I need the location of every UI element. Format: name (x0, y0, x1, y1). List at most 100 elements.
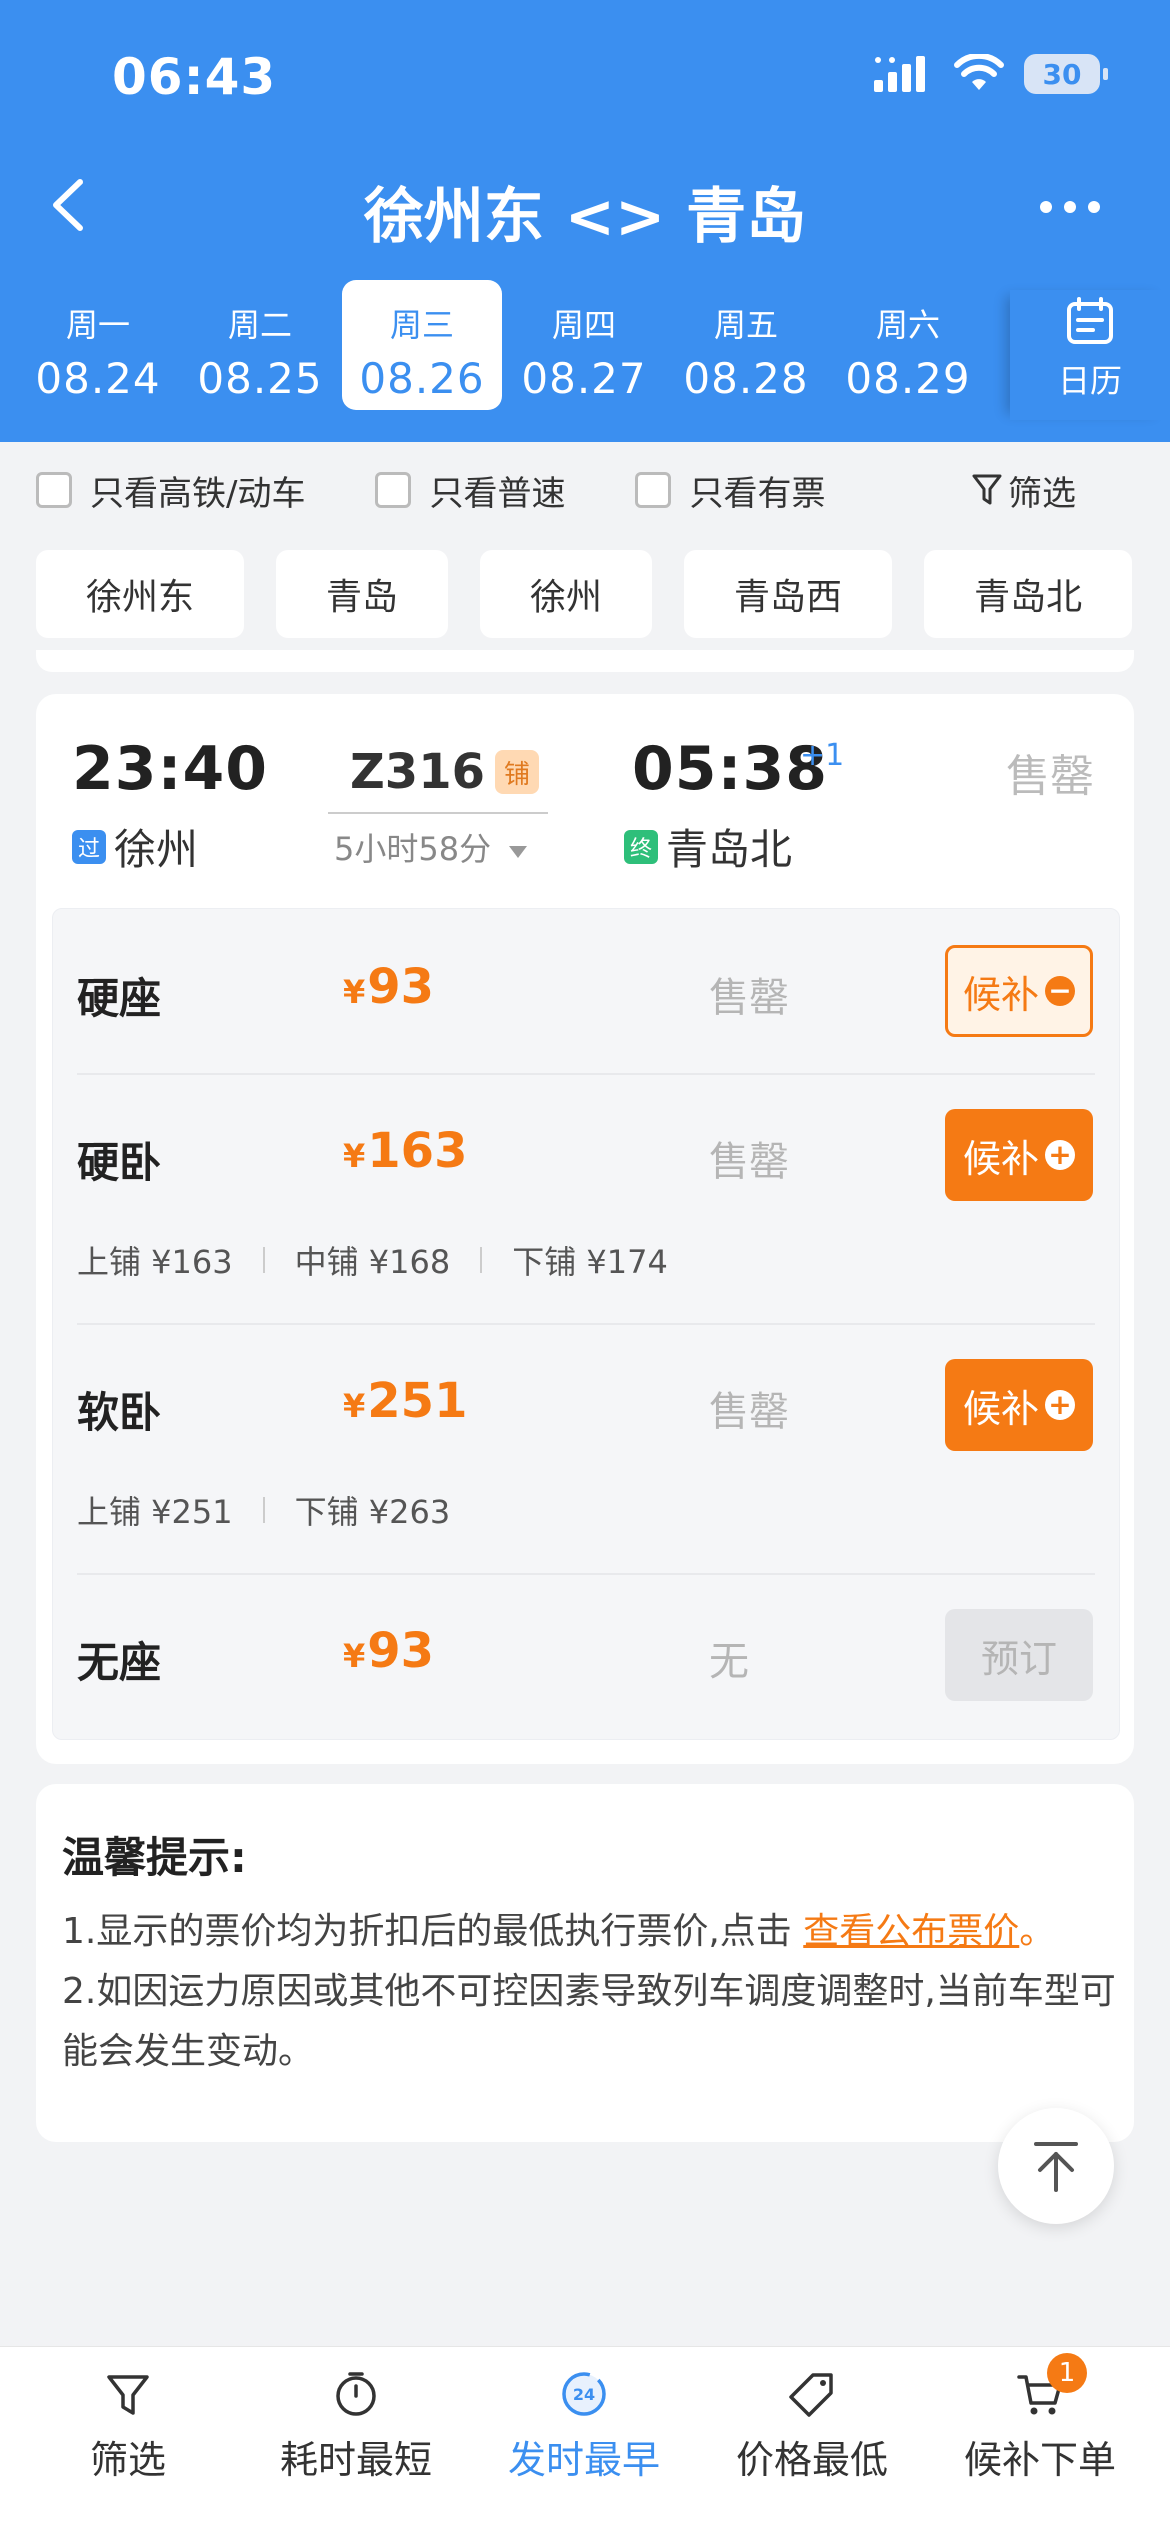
tip-line-2: 2.如因运力原因或其他不可控因素导致列车调度调整时,当前车型可能会发生变动。 (62, 1971, 1116, 2072)
waitlist-label: 候补 (962, 1136, 1039, 1181)
filter-label: 筛选 (1008, 473, 1076, 514)
berth-prices: 上铺 ¥251 下铺 ¥263 (77, 1487, 450, 1533)
available-only-checkbox[interactable]: 只看有票 (635, 466, 825, 515)
berth-price: 下铺 ¥174 (512, 1243, 668, 1281)
checkbox-label: 只看高铁/动车 (90, 473, 306, 514)
seat-name: 硬座 (77, 974, 162, 1023)
berth-tag: 铺 (495, 750, 539, 794)
departure-station: 过 徐州 (72, 816, 198, 877)
price-value: 163 (367, 1123, 468, 1179)
tip-text-end: 。 (1019, 1911, 1056, 1952)
filter-icon (972, 474, 1002, 505)
book-button[interactable]: 预订 (945, 1609, 1093, 1701)
separator (262, 1247, 265, 1273)
station-chip[interactable]: 青岛 (276, 550, 449, 638)
berth-price: 上铺 ¥163 (77, 1243, 233, 1281)
separator (480, 1247, 483, 1273)
bottom-nav: 筛选 耗时最短 24 发时最早 价格最低 1 候补下单 (0, 2346, 1170, 2533)
arrival-time: 05:38 (632, 734, 828, 804)
berth-price: 上铺 ¥251 (77, 1493, 233, 1531)
calendar-button[interactable]: 日历 (1010, 290, 1170, 420)
price-tag-icon (789, 2373, 833, 2417)
currency-symbol: ¥ (343, 1387, 366, 1425)
train-card[interactable]: 23:40 过 徐州 Z316 铺 5小时58分 05:38 +1 终 青岛北 … (36, 694, 1134, 1764)
view-published-fares-link[interactable]: 查看公布票价 (803, 1911, 1019, 1952)
duration-label: 5小时58分 (334, 830, 492, 868)
departure-station-name: 徐州 (114, 825, 199, 874)
station-chips: 徐州东 青岛 徐州 青岛西 青岛北 (36, 550, 1133, 638)
signal-icon (874, 56, 925, 92)
date-tab[interactable]: 周四 08.27 (504, 280, 664, 410)
battery-icon: 30 (1024, 54, 1108, 94)
pass-through-tag: 过 (72, 829, 106, 864)
previous-card-edge (36, 650, 1134, 672)
tips-card: 温馨提示: 1.显示的票价均为折扣后的最低执行票价,点击 查看公布票价。 2.如… (36, 1784, 1134, 2142)
station-chip[interactable]: 青岛西 (684, 550, 893, 638)
tips-body: 1.显示的票价均为折扣后的最低执行票价,点击 查看公布票价。 2.如因运力原因或… (62, 1902, 1122, 2082)
waitlist-label: 候补 (962, 1386, 1039, 1431)
divider (77, 1323, 1095, 1325)
berth-price: 中铺 ¥168 (294, 1243, 451, 1281)
date-label: 08.28 (683, 354, 809, 403)
triangle-down-icon (509, 846, 528, 858)
nav-earliest-departure[interactable]: 24 发时最早 (484, 2369, 684, 2484)
duration-line (328, 812, 548, 814)
nav-label: 筛选 (89, 2438, 166, 2482)
arrow-up-icon (1034, 2142, 1078, 2192)
nav-shortest-duration[interactable]: 耗时最短 (256, 2369, 456, 2484)
seat-status: 售罄 (709, 1139, 789, 1185)
high-speed-checkbox[interactable]: 只看高铁/动车 (36, 466, 305, 515)
tips-title: 温馨提示: (62, 1833, 247, 1882)
divider (77, 1073, 1095, 1075)
stopwatch-icon (336, 2372, 376, 2416)
nav-waitlist-order[interactable]: 1 候补下单 (940, 2353, 1140, 2484)
checkbox-label: 只看有票 (689, 473, 826, 514)
station-chip[interactable]: 青岛北 (924, 550, 1133, 638)
calendar-label: 日历 (1057, 362, 1122, 400)
train-number-label: Z316 (350, 744, 485, 800)
arrival-station-name: 青岛北 (666, 825, 793, 874)
date-label: 08.25 (197, 354, 323, 403)
station-chip[interactable]: 徐州东 (36, 550, 245, 638)
station-chip[interactable]: 徐州 (480, 550, 653, 638)
seat-price: ¥93 (343, 1623, 434, 1679)
waitlist-button[interactable]: 候补 + (945, 1109, 1093, 1201)
seat-status: 无 (709, 1639, 749, 1685)
date-label: 08.29 (845, 354, 971, 403)
scroll-to-top-button[interactable] (998, 2108, 1114, 2224)
checkbox-box (36, 472, 72, 508)
seat-status: 售罄 (709, 975, 789, 1021)
normal-speed-checkbox[interactable]: 只看普速 (375, 466, 565, 515)
more-icon (1040, 201, 1100, 213)
filter-button[interactable]: 筛选 (972, 466, 1076, 515)
train-number: Z316 铺 (350, 744, 539, 800)
clock-badge: 24 (573, 2385, 595, 2404)
berth-prices: 上铺 ¥163 中铺 ¥168 下铺 ¥174 (77, 1237, 668, 1283)
price-value: 251 (367, 1373, 468, 1429)
seat-price: ¥163 (343, 1123, 467, 1179)
wifi-icon (954, 54, 1004, 90)
more-button[interactable] (1030, 172, 1110, 242)
date-tab[interactable]: 周一 08.24 (18, 280, 178, 410)
calendar-icon (1067, 297, 1113, 344)
checkbox-label: 只看普速 (429, 473, 566, 514)
weekday-label: 周三 (389, 306, 454, 344)
waitlist-button[interactable]: 候补 − (945, 945, 1093, 1037)
waitlist-button[interactable]: 候补 + (945, 1359, 1093, 1451)
tip-text: 1.显示的票价均为折扣后的最低执行票价,点击 (62, 1911, 804, 1952)
page-title: 徐州东 <> 青岛 (363, 182, 807, 252)
currency-symbol: ¥ (343, 1137, 366, 1175)
date-label: 08.26 (359, 354, 485, 403)
duration-toggle[interactable]: 5小时58分 (334, 824, 529, 870)
nav-filter[interactable]: 筛选 (28, 2369, 228, 2484)
filter-icon (107, 2375, 149, 2415)
nav-label: 候补下单 (963, 2438, 1116, 2482)
date-tabs: 周一 08.24 周二 08.25 周三 08.26 周四 08.27 周五 08.28 … (18, 280, 990, 420)
date-tab[interactable]: 周六 08.29 (828, 280, 988, 410)
header: 06:43 30 徐州东 <> 青岛 周一 08.24 周二 08.25 周三 08.… (0, 0, 1170, 442)
date-tab-selected[interactable]: 周三 08.26 (342, 280, 502, 410)
plus-circle-icon: + (1045, 1140, 1075, 1170)
nav-lowest-price[interactable]: 价格最低 (712, 2369, 912, 2484)
date-tab[interactable]: 周五 08.28 (666, 280, 826, 410)
date-tab[interactable]: 周二 08.25 (180, 280, 340, 410)
